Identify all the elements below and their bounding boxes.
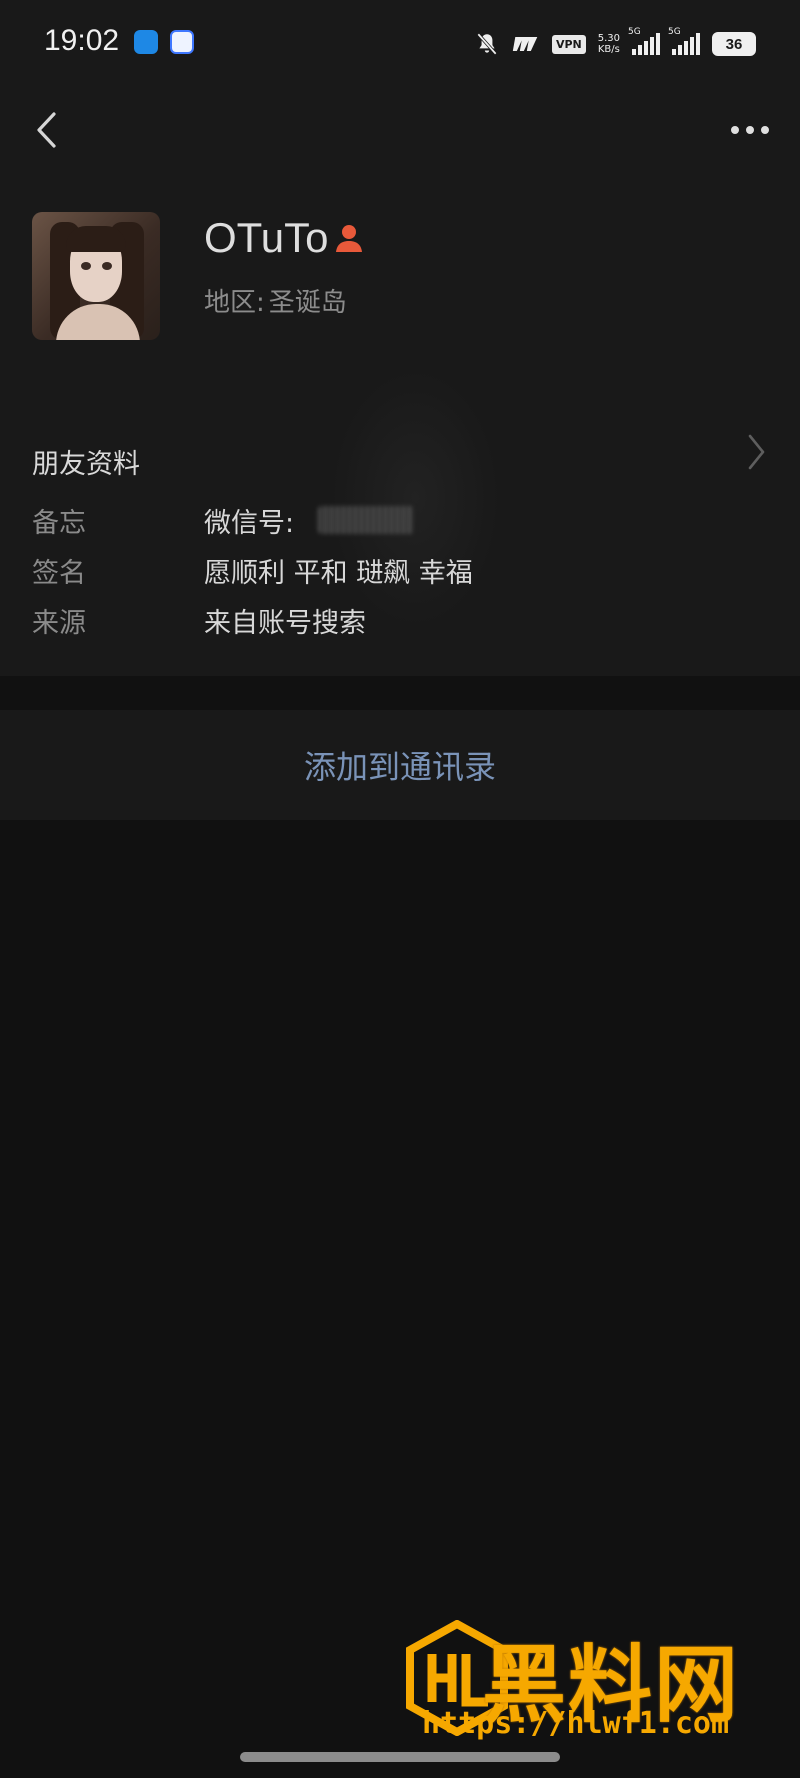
- region-value: 圣诞岛: [268, 288, 347, 318]
- battery-level: 36: [725, 35, 743, 53]
- watermark-url: https://hlwf1.com: [422, 1706, 730, 1741]
- add-to-contacts-button[interactable]: 添加到通讯录: [0, 710, 800, 820]
- info-label: 备忘: [32, 507, 86, 539]
- info-row-source: 来源 来自账号搜索: [32, 600, 366, 640]
- status-time: 19:02: [44, 24, 120, 57]
- signal-icon: 5G: [668, 27, 700, 55]
- info-row-memo: 备忘 微信号:: [32, 500, 415, 540]
- more-button[interactable]: [722, 106, 778, 154]
- back-button[interactable]: [22, 106, 70, 154]
- battery-icon: 36: [712, 32, 756, 56]
- wechat-id-label: 微信号:: [204, 507, 295, 539]
- region-label: 地区:: [204, 288, 265, 318]
- network-type-label: 5G: [628, 27, 641, 37]
- person-icon: [336, 225, 363, 252]
- avatar[interactable]: [32, 212, 160, 340]
- info-value: 愿顺利 平和 琎飙 幸福: [204, 557, 473, 589]
- region: 地区: 圣诞岛: [204, 282, 347, 319]
- app-icon-1: [134, 30, 158, 54]
- speed-unit: KB/s: [597, 44, 620, 55]
- status-bar: 19:02 VPN 5.30 KB/s 5G 5G 36: [0, 0, 800, 86]
- more-dots-icon: [731, 126, 769, 134]
- info-row-signature: 签名 愿顺利 平和 琎飙 幸福: [32, 550, 473, 590]
- app-icon-2: [170, 30, 194, 54]
- signal-icon: 5G: [628, 27, 660, 55]
- mute-bell-icon: [477, 33, 497, 55]
- chevron-left-icon: [37, 112, 56, 148]
- home-indicator[interactable]: [240, 1752, 560, 1762]
- status-icons: VPN 5.30 KB/s 5G 5G 36: [474, 27, 756, 60]
- nickname-text: OTuTo: [204, 214, 329, 261]
- vpn-badge: VPN: [551, 34, 586, 54]
- nickname: OTuTo: [204, 214, 366, 262]
- info-value: 微信号:: [204, 501, 415, 540]
- info-label: 签名: [32, 557, 86, 589]
- blurred-wechat-id: [318, 506, 415, 534]
- speed-value: 5.30: [597, 33, 620, 44]
- network-speed: 5.30 KB/s: [598, 33, 620, 55]
- info-value: 来自账号搜索: [204, 607, 366, 639]
- chevron-right-icon[interactable]: [742, 430, 770, 474]
- info-label: 来源: [32, 607, 86, 639]
- profile-card: OTuTo 地区: 圣诞岛 朋友资料 备忘 微信号: 签名 愿顺利 平和 琎飙 …: [0, 86, 800, 676]
- network-type-label: 5G: [668, 27, 681, 37]
- friend-info-title[interactable]: 朋友资料: [32, 442, 140, 481]
- wifi-symbol-icon: [512, 37, 538, 51]
- section-divider: [0, 676, 800, 710]
